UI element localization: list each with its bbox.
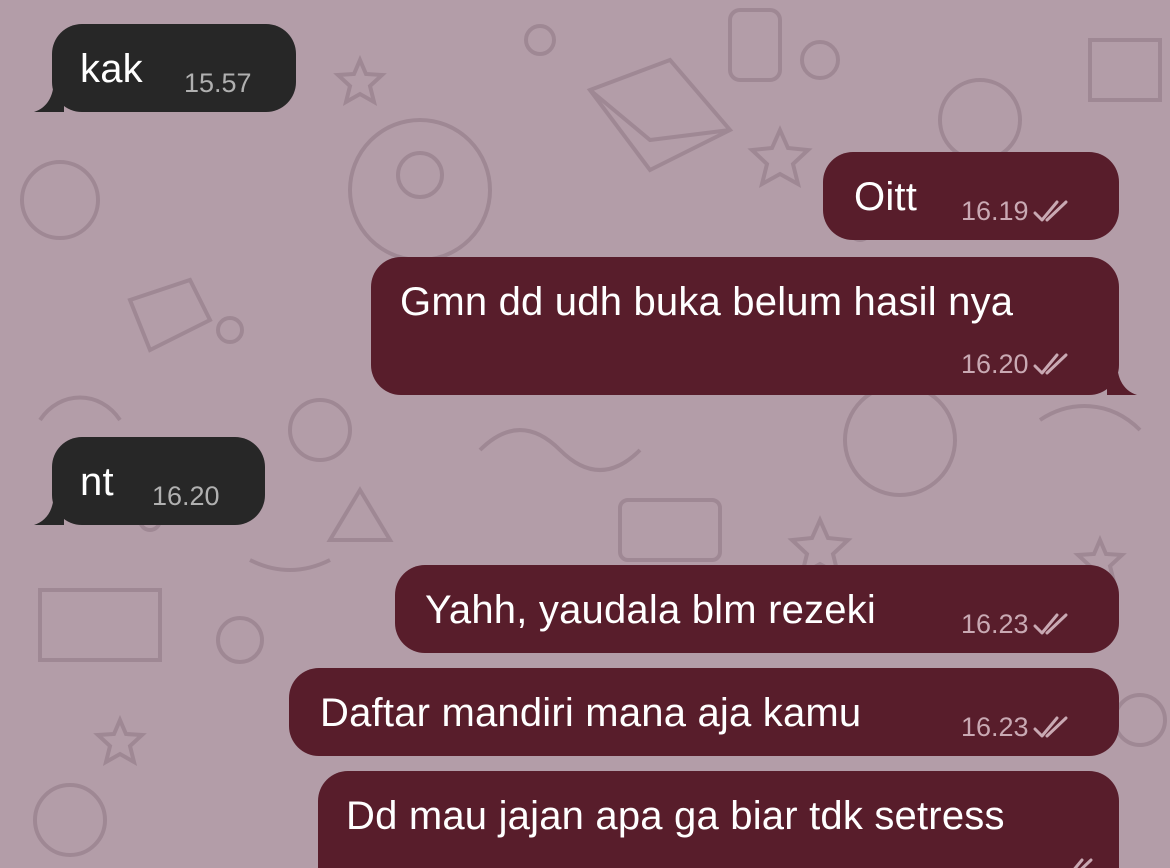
message-text: Gmn dd udh buka belum hasil nya xyxy=(400,280,1014,324)
message-meta: 16.20 xyxy=(961,349,1071,379)
read-double-check-icon xyxy=(1033,715,1071,739)
outgoing-message-bubble[interactable]: Gmn dd udh buka belum hasil nya 16.20 xyxy=(371,257,1137,395)
message-meta xyxy=(1058,857,1096,868)
message-timestamp: 16.19 xyxy=(961,196,1029,226)
message-meta: 16.19 xyxy=(961,196,1071,226)
read-double-check-icon xyxy=(1033,612,1071,636)
message-timestamp: 15.57 xyxy=(184,68,252,98)
outgoing-message-bubble[interactable]: Yahh, yaudala blm rezeki 16.23 xyxy=(395,565,1119,653)
outgoing-message-bubble[interactable]: Oitt 16.19 xyxy=(823,152,1119,240)
read-double-check-icon xyxy=(1033,199,1071,223)
message-text: kak xyxy=(80,47,143,91)
message-timestamp: 16.20 xyxy=(152,481,220,511)
message-meta: 16.23 xyxy=(961,609,1071,639)
outgoing-message-bubble[interactable]: Dd mau jajan apa ga biar tdk setress xyxy=(318,771,1119,868)
message-timestamp: 16.23 xyxy=(961,712,1029,742)
bubble-tail-icon xyxy=(34,491,64,525)
message-time: 15.57 xyxy=(184,68,252,98)
message-time: 16.20 xyxy=(152,481,220,511)
message-text: Dd mau jajan apa ga biar tdk setress xyxy=(346,794,1005,838)
message-timestamp: 16.20 xyxy=(961,349,1029,379)
read-double-check-icon xyxy=(1033,352,1071,376)
message-meta: 16.23 xyxy=(961,712,1071,742)
message-text: Yahh, yaudala blm rezeki xyxy=(425,588,876,632)
bubble-tail-icon xyxy=(34,78,64,112)
incoming-message-bubble[interactable]: kak 15.57 xyxy=(34,24,296,112)
message-timestamp: 16.23 xyxy=(961,609,1029,639)
incoming-message-bubble[interactable]: nt 16.20 xyxy=(34,437,265,525)
message-text: Daftar mandiri mana aja kamu xyxy=(320,691,862,735)
bubble-tail-icon xyxy=(1107,361,1137,395)
read-double-check-icon xyxy=(1058,857,1096,868)
message-text: Oitt xyxy=(854,175,918,219)
message-text: nt xyxy=(80,460,114,504)
outgoing-message-bubble[interactable]: Daftar mandiri mana aja kamu 16.23 xyxy=(289,668,1119,756)
